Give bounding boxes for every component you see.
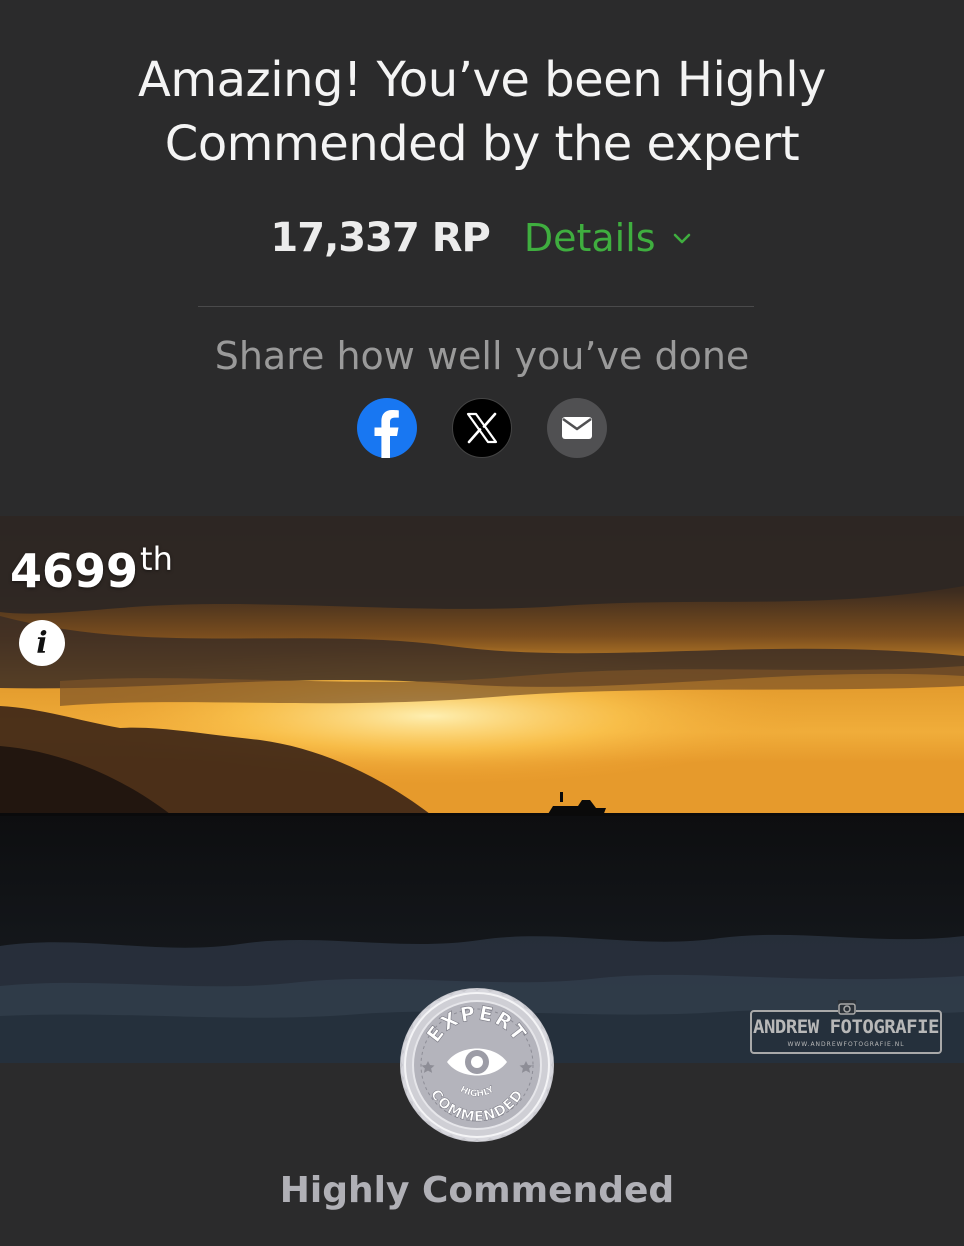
share-email-button[interactable] (547, 398, 607, 458)
sunset-photo-image (0, 516, 964, 1063)
details-button[interactable]: Details (524, 216, 694, 260)
rank-indicator: 4699th (10, 540, 173, 598)
headline-line-2: Commended by the expert (164, 116, 800, 172)
watermark-url: WWW.ANDREWFOTOGRAFIE.NL (787, 1041, 905, 1048)
share-facebook-button[interactable] (357, 398, 417, 458)
watermark-text: ANDREW FOTOGRAFIE (753, 1016, 939, 1038)
share-x-button[interactable] (452, 398, 512, 458)
rank-suffix: th (140, 540, 173, 578)
details-label: Details (523, 216, 656, 260)
headline-line-1: Amazing! You’ve been Highly (138, 52, 826, 108)
share-label: Share how well you’ve done (214, 334, 750, 378)
headline: Amazing! You’ve been Highly Commended by… (0, 48, 964, 176)
watermark-logo: ANDREW FOTOGRAFIE WWW.ANDREWFOTOGRAFIE.N… (750, 1000, 942, 1054)
chevron-down-icon (673, 233, 690, 244)
award-label: Highly Commended (279, 1170, 675, 1211)
info-button[interactable]: i (19, 620, 65, 666)
share-buttons (0, 398, 964, 458)
x-icon (466, 412, 498, 444)
divider (198, 306, 754, 307)
rank-number: 4699 (10, 544, 139, 598)
info-icon: i (36, 625, 48, 661)
points-value: 17,337 RP (270, 215, 490, 261)
mail-icon (562, 417, 592, 439)
expert-highly-commended-badge-icon: EXPERT COMMENDED HIGHLY (400, 988, 554, 1142)
submitted-photo[interactable]: 4699th i ANDREW FOTOGRAFIE WWW.ANDREWFOT… (0, 516, 964, 1063)
camera-icon (838, 1000, 856, 1015)
points-row: 17,337 RP Details (0, 210, 964, 266)
facebook-icon (374, 410, 399, 458)
